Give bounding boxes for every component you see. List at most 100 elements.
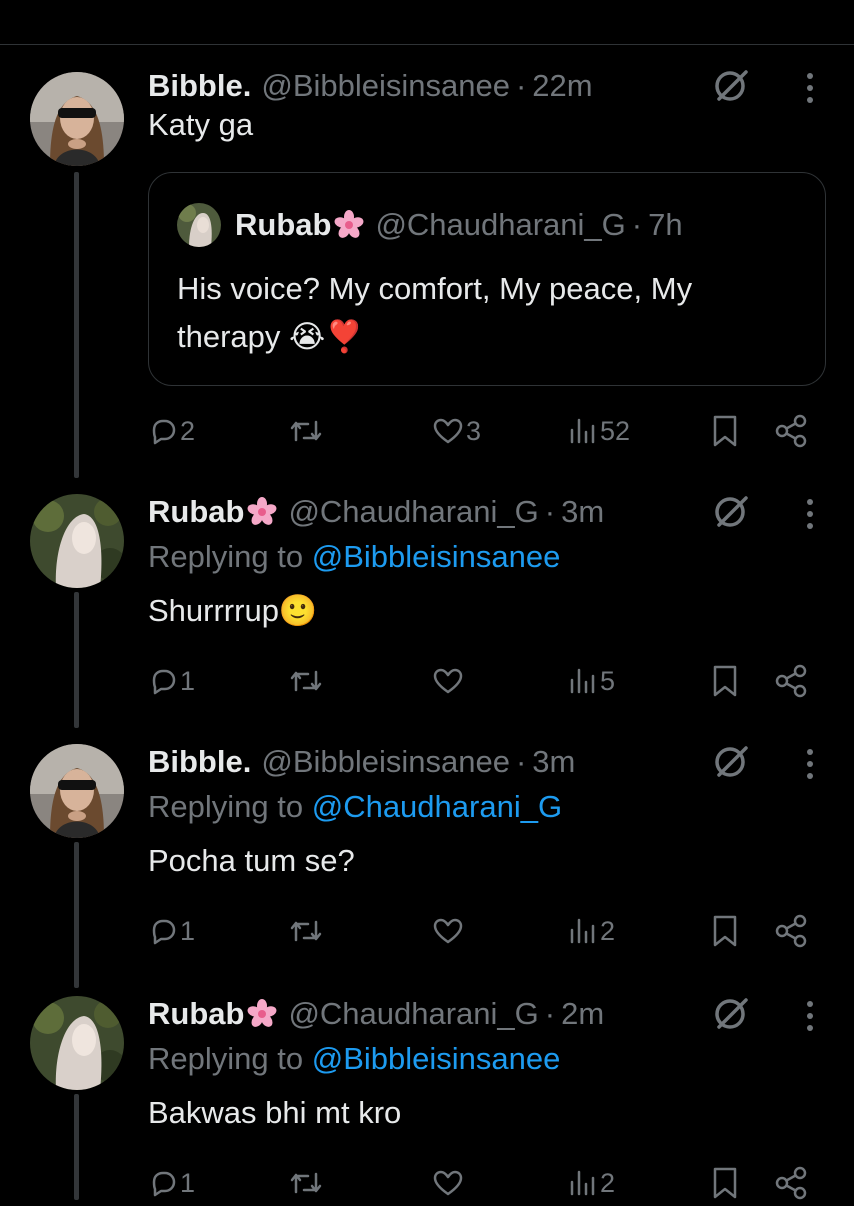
reply-button[interactable]: 1 bbox=[148, 908, 195, 954]
grok-icon[interactable] bbox=[710, 994, 750, 1034]
replying-to: Replying to @Bibbleisinsanee bbox=[148, 532, 828, 582]
share-icon bbox=[775, 914, 807, 948]
like-icon bbox=[433, 418, 463, 444]
bookmark-icon bbox=[713, 915, 737, 947]
tweet-actions: 1 2 bbox=[148, 908, 828, 954]
share-button[interactable] bbox=[774, 658, 808, 704]
separator: · bbox=[515, 744, 527, 779]
like-button[interactable] bbox=[432, 908, 466, 954]
tweet-text: Pocha tum se? bbox=[148, 843, 355, 878]
views-button[interactable]: 2 bbox=[568, 908, 615, 954]
cherry-blossom-icon bbox=[247, 497, 277, 525]
views-button[interactable]: 2 bbox=[568, 1160, 615, 1206]
tweet-text: Shurrrrup🙂 bbox=[148, 593, 318, 628]
timestamp[interactable]: 2m bbox=[561, 994, 604, 1034]
tweet-text: Bakwas bhi mt kro bbox=[148, 1095, 402, 1130]
bookmark-button[interactable] bbox=[710, 408, 740, 454]
views-icon bbox=[570, 1170, 595, 1196]
like-icon bbox=[433, 918, 463, 944]
tweet-actions: 1 5 bbox=[148, 658, 828, 704]
views-icon bbox=[570, 668, 595, 694]
views-icon bbox=[570, 918, 595, 944]
views-count: 5 bbox=[600, 665, 616, 696]
views-button[interactable]: 5 bbox=[568, 658, 615, 704]
like-button[interactable] bbox=[432, 658, 466, 704]
replying-label: Replying to bbox=[148, 539, 304, 574]
repost-icon bbox=[290, 420, 322, 442]
mention-link[interactable]: @Bibbleisinsanee bbox=[312, 1041, 561, 1076]
views-button[interactable]: 52 bbox=[568, 408, 630, 454]
separator: · bbox=[515, 68, 527, 103]
user-handle[interactable]: @Chaudharani_G bbox=[288, 492, 538, 532]
display-name[interactable]: Bibble. bbox=[148, 742, 251, 782]
share-button[interactable] bbox=[774, 1160, 808, 1206]
more-icon[interactable] bbox=[800, 494, 820, 534]
thread-line bbox=[74, 842, 79, 988]
user-handle[interactable]: @Bibbleisinsanee bbox=[261, 742, 510, 782]
bookmark-icon bbox=[713, 415, 737, 447]
top-divider bbox=[0, 44, 854, 45]
replying-label: Replying to bbox=[148, 1041, 304, 1076]
reply-button[interactable]: 1 bbox=[148, 658, 195, 704]
like-icon bbox=[433, 668, 463, 694]
more-icon[interactable] bbox=[800, 744, 820, 784]
share-button[interactable] bbox=[774, 408, 808, 454]
replying-to: Replying to @Chaudharani_G bbox=[148, 782, 828, 832]
quoted-avatar bbox=[177, 203, 221, 247]
avatar[interactable] bbox=[30, 494, 124, 588]
repost-button[interactable] bbox=[288, 1160, 326, 1206]
grok-icon[interactable] bbox=[710, 742, 750, 782]
grok-icon[interactable] bbox=[710, 66, 750, 106]
grok-icon[interactable] bbox=[710, 492, 750, 532]
like-button[interactable]: 3 bbox=[432, 408, 481, 454]
mention-link[interactable]: @Chaudharani_G bbox=[312, 789, 562, 824]
timestamp[interactable]: 3m bbox=[532, 742, 575, 782]
share-button[interactable] bbox=[774, 908, 808, 954]
avatar[interactable] bbox=[30, 996, 124, 1090]
timestamp[interactable]: 3m bbox=[561, 492, 604, 532]
separator: · bbox=[544, 996, 556, 1031]
separator: · bbox=[544, 494, 556, 529]
bookmark-button[interactable] bbox=[710, 908, 740, 954]
replying-label: Replying to bbox=[148, 789, 304, 824]
cherry-blossom-icon bbox=[334, 210, 364, 238]
like-button[interactable] bbox=[432, 1160, 466, 1206]
thread-line bbox=[74, 1094, 79, 1200]
quoted-tweet-header: Rubab @Chaudharani_G · 7h bbox=[177, 203, 683, 247]
bookmark-button[interactable] bbox=[710, 658, 740, 704]
cherry-blossom-icon bbox=[247, 999, 277, 1027]
quoted-tweet-text: His voice? My comfort, My peace, My ther… bbox=[177, 271, 693, 354]
display-name[interactable]: Rubab bbox=[148, 994, 244, 1034]
views-icon bbox=[570, 418, 595, 444]
user-handle[interactable]: @Chaudharani_G bbox=[288, 994, 538, 1034]
quoted-tweet[interactable]: Rubab @Chaudharani_G · 7h His voice? My … bbox=[148, 172, 826, 386]
timestamp[interactable]: 22m bbox=[532, 66, 592, 106]
separator: · bbox=[631, 207, 643, 242]
share-icon bbox=[775, 664, 807, 698]
display-name[interactable]: Rubab bbox=[148, 492, 244, 532]
reply-icon bbox=[152, 1171, 176, 1197]
tweet-text: Katy ga bbox=[148, 107, 254, 142]
avatar[interactable] bbox=[30, 744, 124, 838]
like-count: 3 bbox=[466, 415, 482, 446]
reply-button[interactable]: 2 bbox=[148, 408, 195, 454]
bookmark-icon bbox=[713, 665, 737, 697]
reply-count: 2 bbox=[180, 415, 196, 446]
repost-button[interactable] bbox=[288, 658, 326, 704]
thread-line bbox=[74, 172, 79, 478]
more-icon[interactable] bbox=[800, 68, 820, 108]
reply-button[interactable]: 1 bbox=[148, 1160, 195, 1206]
reply-count: 1 bbox=[180, 1167, 196, 1198]
like-icon bbox=[433, 1170, 463, 1196]
thread-line bbox=[74, 592, 79, 728]
user-handle[interactable]: @Bibbleisinsanee bbox=[261, 66, 510, 106]
avatar[interactable] bbox=[30, 72, 124, 166]
repost-icon bbox=[290, 920, 322, 942]
repost-button[interactable] bbox=[288, 408, 326, 454]
repost-button[interactable] bbox=[288, 908, 326, 954]
quoted-user-handle: @Chaudharani_G bbox=[375, 207, 626, 242]
bookmark-button[interactable] bbox=[710, 1160, 740, 1206]
more-icon[interactable] bbox=[800, 996, 820, 1036]
views-count: 52 bbox=[600, 415, 631, 446]
mention-link[interactable]: @Bibbleisinsanee bbox=[312, 539, 561, 574]
